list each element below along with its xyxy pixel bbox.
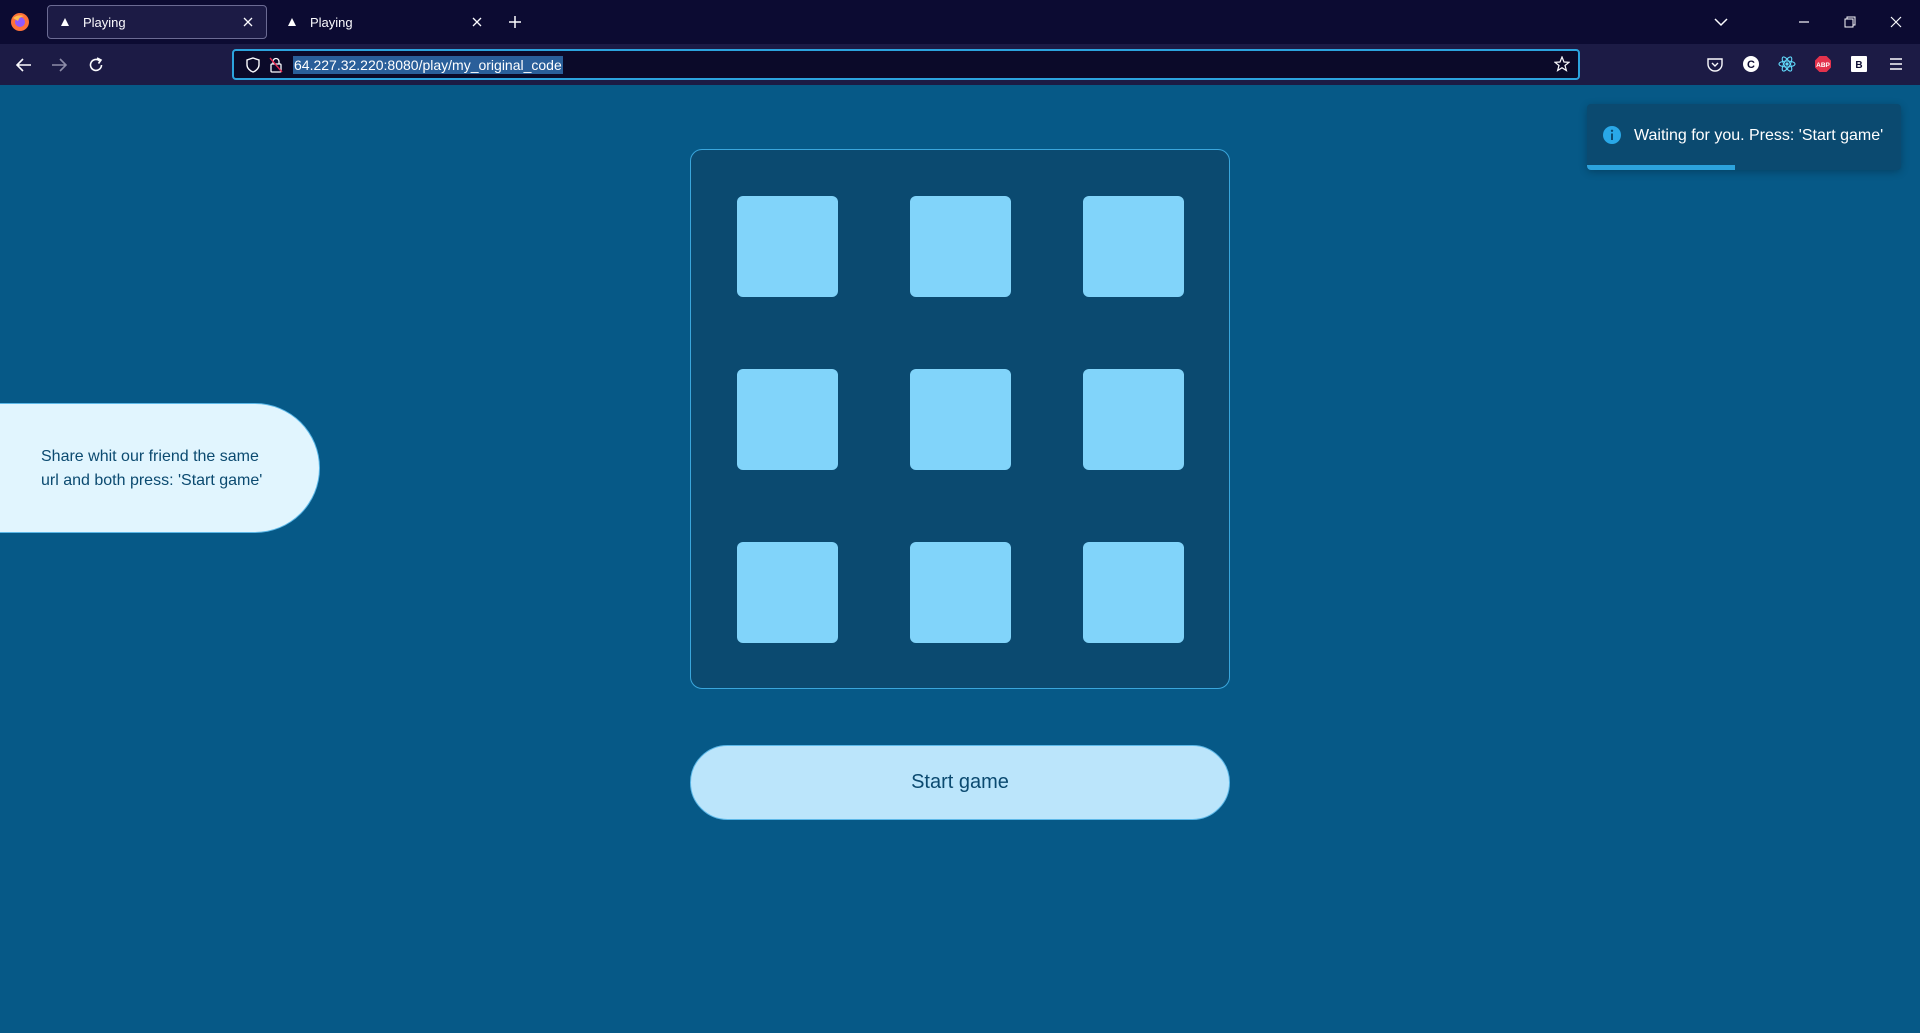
triangle-favicon-icon (284, 14, 300, 30)
list-all-tabs-chevron-down-icon[interactable] (1709, 10, 1733, 34)
tic-tac-toe-board (690, 149, 1230, 689)
forward-arrow-icon[interactable] (46, 52, 72, 78)
tab-close-icon[interactable] (465, 10, 489, 34)
tab-playing[interactable]: Playing (275, 5, 495, 39)
hamburger-menu-icon[interactable] (1885, 53, 1907, 75)
info-icon (1602, 125, 1622, 145)
adblock-label: ABP (1816, 62, 1830, 69)
firefox-logo-icon[interactable] (10, 12, 30, 32)
c-extension-label: C (1747, 59, 1755, 71)
board-cell-4[interactable] (737, 369, 838, 470)
board-cell-5[interactable] (910, 369, 1011, 470)
waiting-notification-toast[interactable]: Waiting for you. Press: 'Start game' (1587, 104, 1901, 170)
adblock-plus-icon[interactable]: ABP (1812, 53, 1834, 75)
start-game-button[interactable]: Start game (690, 745, 1230, 820)
board-cell-3[interactable] (1083, 196, 1184, 297)
restore-window-icon[interactable] (1838, 10, 1862, 34)
b-extension-label: B (1855, 60, 1862, 71)
tab-close-icon[interactable] (236, 10, 260, 34)
board-cell-7[interactable] (737, 542, 838, 643)
toast-progress-bar (1587, 165, 1735, 170)
tracking-protection-shield-icon[interactable] (246, 57, 260, 78)
share-instructions-panel: Share whit our friend the same url and b… (0, 403, 320, 533)
reload-icon[interactable] (83, 52, 109, 78)
toast-message: Waiting for you. Press: 'Start game' (1634, 127, 1884, 144)
c-extension-icon[interactable]: C (1740, 53, 1762, 75)
close-window-icon[interactable] (1884, 10, 1908, 34)
board-cell-2[interactable] (910, 196, 1011, 297)
react-devtools-icon[interactable] (1776, 53, 1798, 75)
insecure-lock-icon[interactable] (269, 57, 283, 78)
board-cell-6[interactable] (1083, 369, 1184, 470)
address-bar[interactable]: 64.227.32.220:8080/play/my_original_code (232, 49, 1580, 80)
tab-playing-active[interactable]: Playing (47, 5, 267, 39)
pocket-icon[interactable] (1704, 53, 1726, 75)
minimize-icon[interactable] (1792, 10, 1816, 34)
tab-title: Playing (310, 14, 353, 30)
browser-navigation-bar: 64.227.32.220:8080/play/my_original_code… (0, 44, 1920, 85)
url-text[interactable]: 64.227.32.220:8080/play/my_original_code (293, 56, 563, 74)
board-cell-9[interactable] (1083, 542, 1184, 643)
b-extension-icon[interactable]: B (1848, 53, 1870, 75)
tab-title: Playing (83, 14, 126, 30)
board-cell-1[interactable] (737, 196, 838, 297)
triangle-favicon-icon (57, 14, 73, 30)
back-arrow-icon[interactable] (11, 52, 37, 78)
board-cell-8[interactable] (910, 542, 1011, 643)
bookmark-star-icon[interactable] (1553, 55, 1571, 77)
share-instructions-text: Share whit our friend the same url and b… (41, 448, 263, 489)
browser-tab-bar: Playing Playing (0, 0, 1920, 44)
new-tab-plus-icon[interactable] (503, 10, 527, 34)
